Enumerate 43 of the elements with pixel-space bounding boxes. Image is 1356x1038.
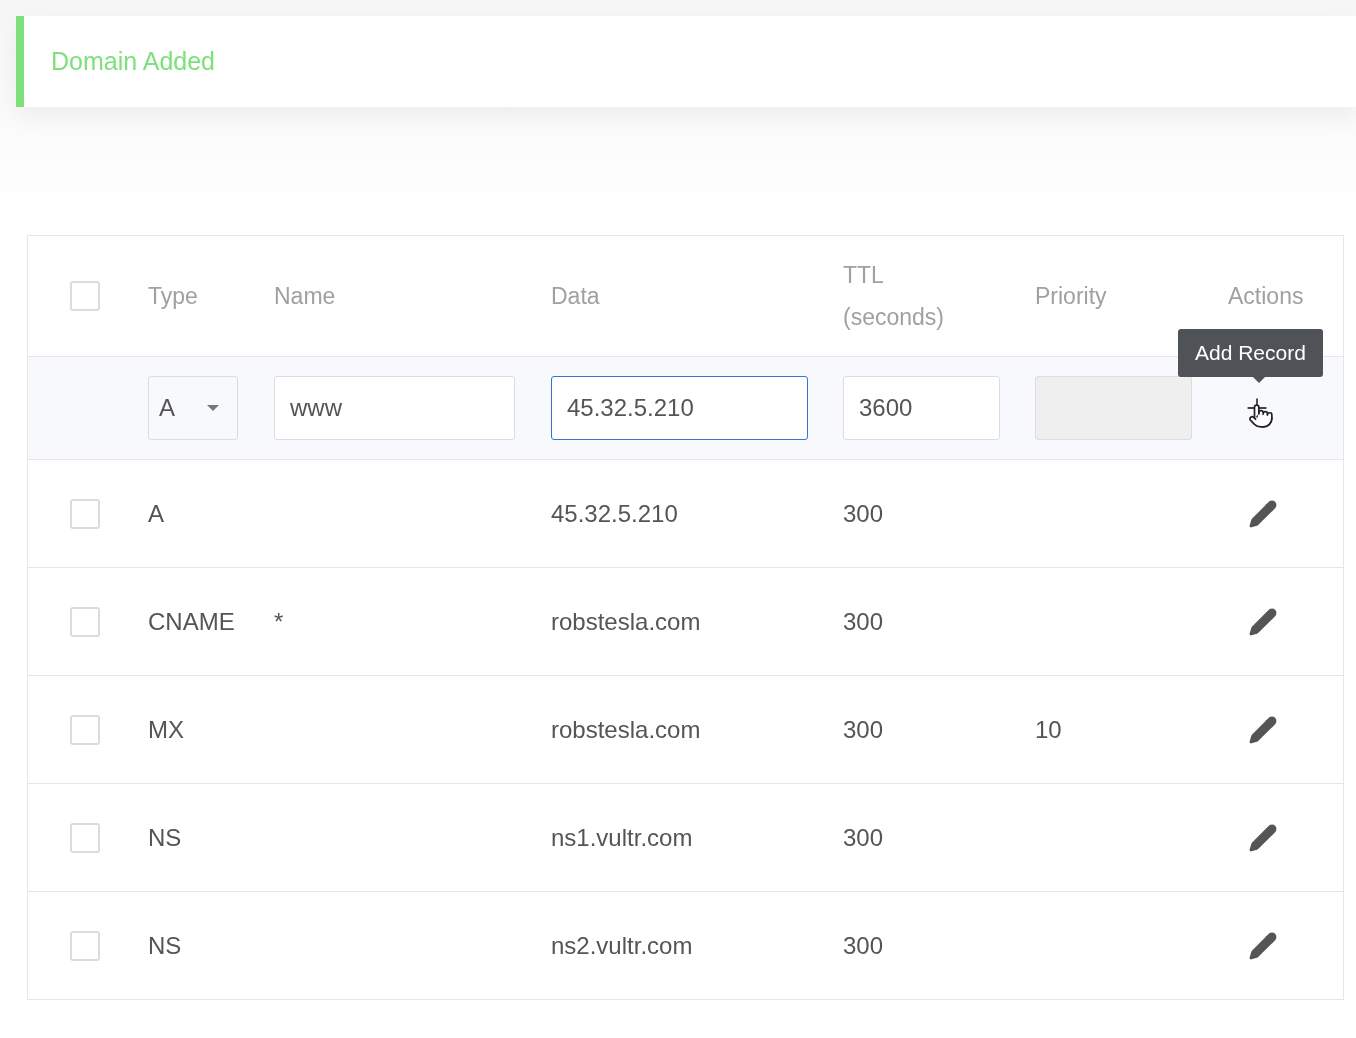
caret-icon [207, 405, 219, 411]
table-cell-text: NS [148, 931, 183, 960]
table-cell-text: CNAME [148, 607, 236, 636]
table-cell-text: A [148, 499, 165, 528]
column-header: TTL (seconds) [843, 261, 945, 332]
table-cell-text: 300 [843, 931, 885, 960]
table-cell-text: robstesla.com [551, 607, 702, 636]
column-header: Priority [1035, 282, 1108, 311]
edit-icon[interactable] [1248, 606, 1278, 637]
table-cell-text: 300 [843, 715, 885, 744]
row-checkbox[interactable] [69, 930, 100, 961]
table-cell-text: ns2.vultr.com [551, 931, 694, 960]
column-header: Type [148, 282, 199, 311]
column-header: Data [551, 282, 601, 311]
edit-icon[interactable] [1248, 498, 1278, 529]
table-cell-text: * [274, 607, 285, 636]
table-cell-text: 300 [843, 607, 885, 636]
table-cell-text: 300 [843, 499, 885, 528]
edit-icon[interactable] [1248, 714, 1278, 745]
input-field[interactable]: www [274, 376, 515, 440]
row-checkbox[interactable] [69, 714, 100, 745]
column-header: Actions [1228, 282, 1305, 311]
column-header: Name [274, 282, 337, 311]
tooltip: Add Record [1178, 329, 1323, 377]
table-cell-text: ns1.vultr.com [551, 823, 694, 852]
row-checkbox[interactable] [69, 498, 100, 529]
notification-message: Domain Added [51, 47, 215, 76]
type-select[interactable]: A [148, 376, 238, 440]
table-cell-text: MX [148, 715, 185, 744]
table-cell-text: 300 [843, 823, 885, 852]
select-all-checkbox[interactable] [69, 281, 100, 311]
table-cell-text: 45.32.5.210 [551, 499, 679, 528]
tooltip-arrow [1253, 377, 1265, 383]
row-checkbox[interactable] [69, 606, 100, 637]
table-cell-text: NS [148, 823, 183, 852]
hand-cursor-icon [1248, 403, 1274, 429]
input-field[interactable]: 3600 [843, 376, 1000, 440]
table-cell-text: 10 [1035, 715, 1063, 744]
edit-icon[interactable] [1248, 822, 1278, 853]
table-cell-text: robstesla.com [551, 715, 702, 744]
input-field[interactable]: 45.32.5.210 [551, 376, 808, 440]
edit-icon[interactable] [1248, 930, 1278, 961]
row-checkbox[interactable] [69, 822, 100, 853]
